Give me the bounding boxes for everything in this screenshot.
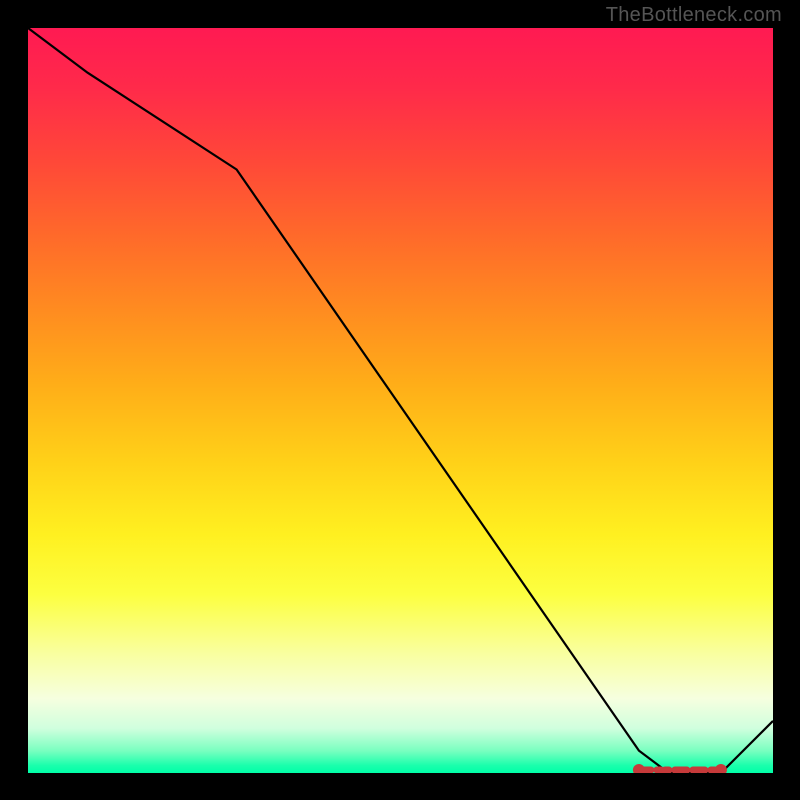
attribution-text: TheBottleneck.com (606, 4, 782, 27)
chart-plot-area (28, 28, 773, 773)
target-range-start-dot (633, 764, 645, 773)
target-range-end-dot (715, 764, 727, 773)
bottleneck-curve-path (28, 28, 773, 773)
bottleneck-line-chart (28, 28, 773, 773)
